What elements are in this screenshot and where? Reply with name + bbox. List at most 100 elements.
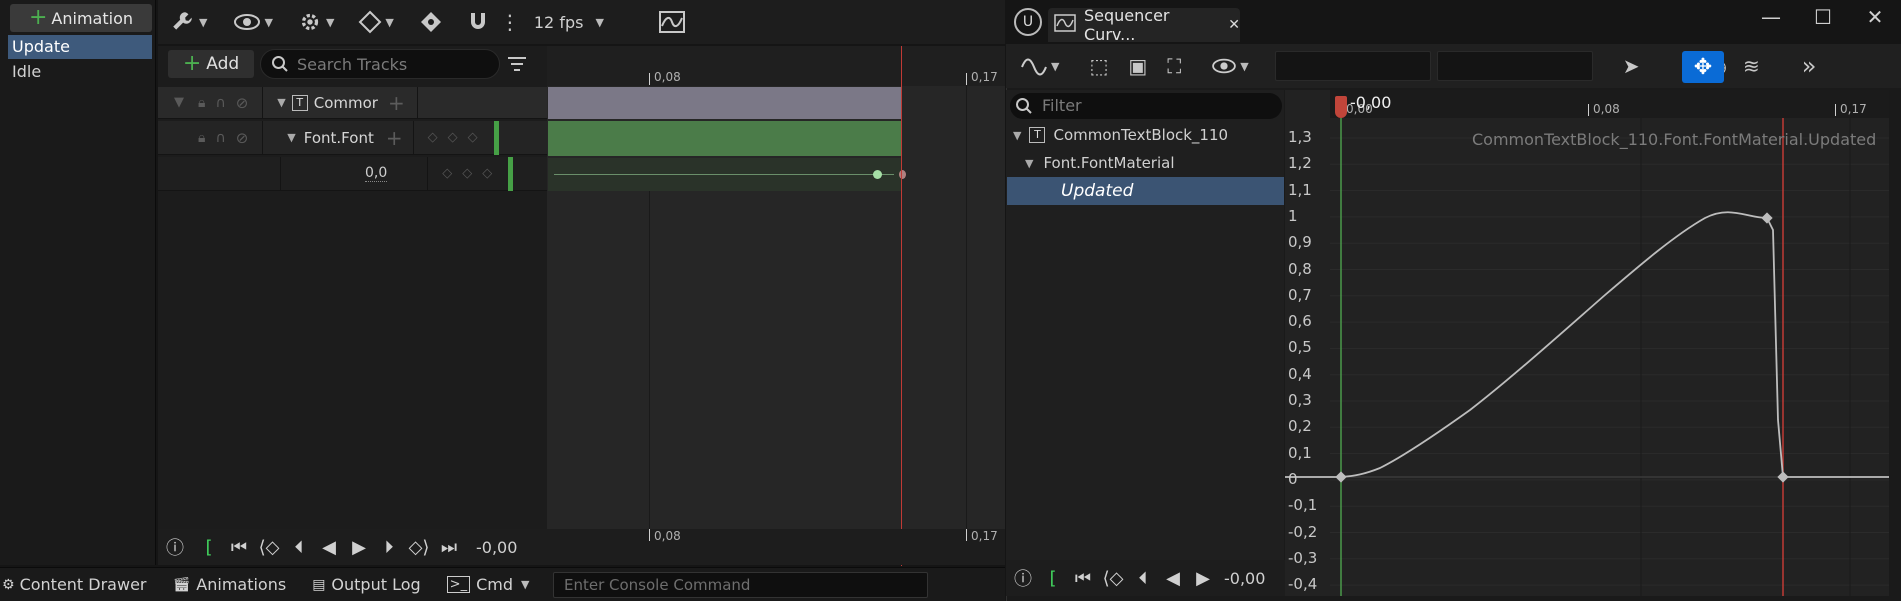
prev-key-icon[interactable]: ◇ [428,130,438,145]
frame-selection-icon[interactable]: ▣ [1128,54,1147,78]
key-filled-icon[interactable] [418,10,444,34]
tree-row-updated[interactable]: Updated [1007,177,1284,205]
ruler-label-0: 0,08 [654,70,681,84]
disable-icon[interactable]: ⊘ [236,129,249,147]
expand-arrow-icon[interactable]: ▼ [287,131,295,144]
current-time-field[interactable]: -0,00 [476,538,517,557]
search-tracks-input[interactable]: Search Tracks [260,49,500,79]
curve-key[interactable] [1777,471,1789,483]
y-axis-label: 1,2 [1288,154,1312,173]
play-icon[interactable]: ▶ [344,537,374,558]
lock-icon[interactable]: 🔒︎ [198,95,205,111]
playhead-line[interactable] [901,46,902,566]
track-row-common[interactable]: ▼ 🔒︎ ∩ ⊘ ▼ T Commor + [158,86,547,119]
select-keys-icon[interactable]: ⬚ [1089,54,1108,78]
curve-graph[interactable] [1285,90,1889,596]
animation-item-idle[interactable]: Idle [8,60,152,84]
section-bar-font[interactable] [548,121,902,156]
minimize-icon[interactable]: — [1745,5,1797,29]
add-key-icon[interactable]: + [386,126,403,150]
prev-key-icon[interactable]: ⟨◇ [254,537,284,558]
add-track-button[interactable]: + Add [168,50,254,78]
maximize-icon[interactable]: ☐ [1797,5,1849,29]
transform-tool-button[interactable]: ✥ [1682,51,1724,83]
next-key-icon[interactable]: ◇ [482,166,492,181]
key-diamond-icon[interactable]: ▼ [358,10,394,34]
go-to-end-icon[interactable]: ⏭ [434,537,464,558]
output-log-button[interactable]: ▤ Output Log [312,575,420,594]
pin-icon[interactable]: ▼ [174,95,184,110]
headphones-icon[interactable]: ∩ [215,130,225,146]
expand-arrow-icon[interactable]: ▼ [1013,129,1021,142]
curve-key[interactable] [1335,471,1347,483]
key-time-field[interactable] [1274,51,1431,81]
play-icon[interactable]: ▶ [1188,568,1218,589]
expand-arrow-icon[interactable]: ▼ [1025,157,1033,170]
curve-time-ruler[interactable]: 0,00 0,08 0,17 [1330,90,1889,118]
fps-dropdown[interactable]: 12 fps ▼ [534,13,604,32]
add-animation-button[interactable]: + Animation [10,4,152,32]
playhead-handle[interactable] [1335,96,1347,118]
go-to-start-icon[interactable]: ⏮ [1068,568,1098,589]
curve-editor-tab[interactable]: Sequencer Curv... ✕ [1048,6,1240,44]
close-tab-icon[interactable]: ✕ [1228,17,1240,33]
more-options-icon[interactable]: ⋮ [500,10,520,34]
curve-editor-icon[interactable] [658,10,686,34]
plus-icon: + [28,5,48,30]
console-command-input[interactable]: Enter Console Command [553,572,928,598]
prev-key-icon[interactable]: ◇ [442,166,452,181]
expand-arrow-icon[interactable]: ▼ [277,96,285,109]
fit-all-icon[interactable]: ⛶ [1167,54,1181,78]
filter-icon[interactable] [506,55,528,73]
section-bar-common[interactable] [548,87,902,119]
go-to-start-icon[interactable]: ⏮ [224,537,254,558]
add-keyframe-icon[interactable]: ◇ [462,166,472,181]
magnet-snap-icon[interactable] [466,10,490,34]
tree-row-font-material[interactable]: ▼ Font.FontMaterial [1007,149,1284,177]
content-drawer-button[interactable]: ⚙ Content Drawer [2,575,147,594]
curve-interpolation-icon[interactable]: ▼ [1020,55,1059,77]
close-icon[interactable]: ✕ [1849,5,1901,29]
play-reverse-icon[interactable]: ◀ [314,537,344,558]
step-forward-icon[interactable]: ⏵ [374,537,404,558]
prev-key-icon[interactable]: ⟨◇ [1098,568,1128,589]
animations-tab[interactable]: 🎬︎ Animations [173,575,287,594]
value-spinbox[interactable]: 0,0 [365,165,388,182]
timeline-ruler[interactable]: 0,08 0,17 [547,46,1005,86]
more-tools-icon[interactable]: » [1802,52,1817,80]
headphones-icon[interactable]: ∩ [215,95,225,111]
info-icon[interactable]: ⓘ [160,534,190,560]
track-row-value[interactable]: 0,0 ◇ ◇ ◇ [158,156,547,191]
info-icon[interactable]: ⓘ [1008,565,1038,591]
cmd-dropdown[interactable]: >_ Cmd ▼ [446,575,529,594]
auto-key-icon[interactable]: ▼ [297,9,334,35]
eye-icon[interactable]: ▼ [233,11,273,33]
section-bar-value[interactable] [548,158,906,191]
curve-filter-input[interactable]: Filter [1010,93,1282,119]
keyframe[interactable] [873,170,882,179]
wrench-icon[interactable]: ▼ [170,9,207,35]
content-drawer-label: Content Drawer [19,575,147,594]
view-options-icon[interactable]: ▼ [1211,56,1249,76]
step-back-icon[interactable]: ⏴ [284,537,314,558]
range-start-icon[interactable]: [ [194,537,224,558]
tree-row-common-text-block[interactable]: ▼ T CommonTextBlock_110 [1007,121,1284,149]
next-key-icon[interactable]: ◇ [468,130,478,145]
search-icon [1016,98,1032,114]
animation-item-update[interactable]: Update [8,35,152,59]
play-reverse-icon[interactable]: ◀ [1158,568,1188,589]
key-value-field[interactable] [1436,51,1593,81]
next-key-icon[interactable]: ◇⟩ [404,537,434,558]
range-start-icon[interactable]: [ [1038,568,1068,589]
add-key-icon[interactable]: + [388,91,405,115]
multi-select-tool-icon[interactable]: ≋ [1743,54,1760,78]
step-back-icon[interactable]: ⏴ [1128,568,1158,589]
animation-curve[interactable] [1285,211,1889,478]
lock-icon[interactable]: 🔒︎ [198,130,205,146]
add-keyframe-icon[interactable]: ◇ [448,130,458,145]
curve-key[interactable] [1761,212,1773,224]
select-tool-icon[interactable]: ➤ [1623,54,1640,78]
disable-icon[interactable]: ⊘ [236,94,249,112]
curve-current-time-field[interactable]: -0,00 [1224,569,1265,588]
track-row-font[interactable]: 🔒︎ ∩ ⊘ ▼ Font.Font + ◇ ◇ ◇ [158,120,547,155]
